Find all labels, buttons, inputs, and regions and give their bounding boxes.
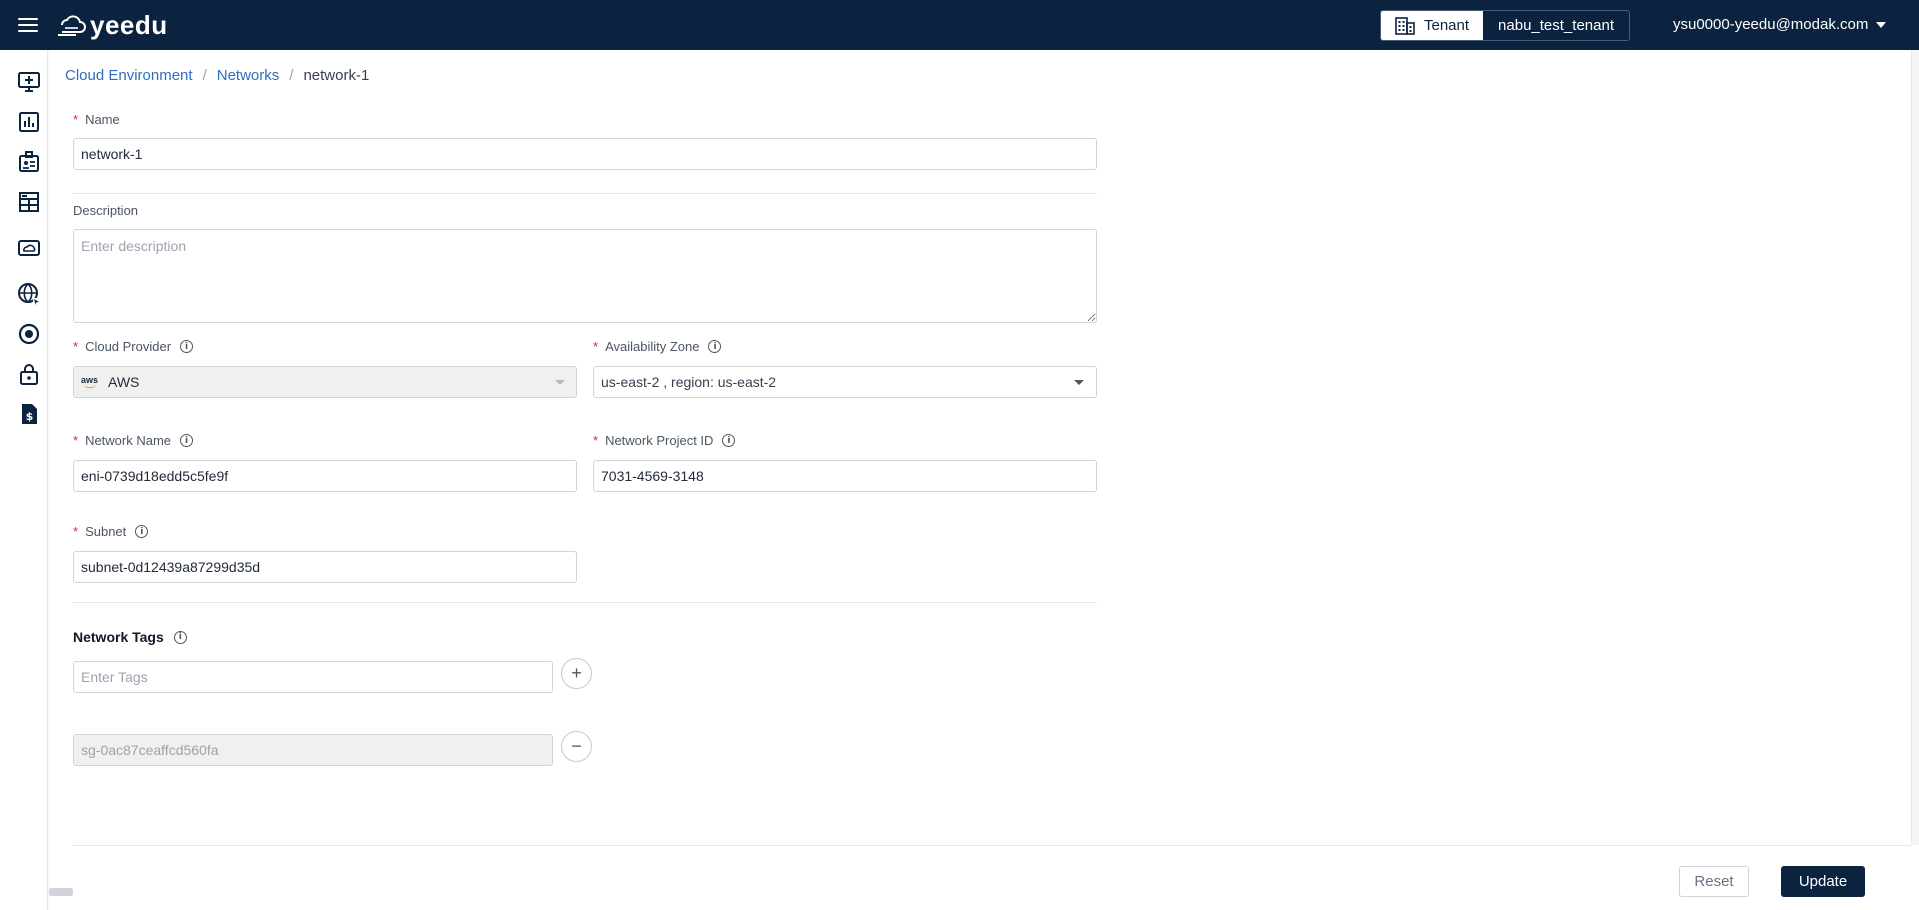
required-mark: * (73, 112, 79, 127)
subnet-input[interactable] (73, 551, 577, 583)
name-label: Name (85, 112, 120, 127)
name-input[interactable] (73, 138, 1097, 170)
info-icon[interactable]: i (722, 434, 736, 447)
aws-logo-text: aws (81, 375, 99, 385)
subnet-label-row: * Subnet i (73, 524, 149, 539)
breadcrumb-current: network-1 (303, 67, 370, 84)
minus-icon: − (571, 736, 582, 756)
tags-input[interactable] (73, 661, 553, 693)
top-navbar: yeedu Tenant nabu_test_tenant ysu0000-ye… (0, 0, 1919, 50)
user-email: ysu0000-yeedu@modak.com (1673, 16, 1869, 33)
building-icon (1395, 16, 1415, 35)
network-project-id-label: Network Project ID (605, 433, 714, 448)
description-label-row: Description (73, 203, 138, 218)
availability-zone-label: Availability Zone (605, 339, 700, 354)
horizontal-scrollbar[interactable] (49, 888, 73, 896)
availability-zone-select[interactable]: us-east-2 , region: us-east-2 (593, 366, 1097, 398)
required-mark: * (593, 339, 599, 354)
required-mark: * (593, 433, 599, 448)
globe-icon[interactable] (17, 282, 41, 306)
network-name-label: Network Name (85, 433, 172, 448)
required-mark: * (73, 339, 79, 354)
cloud-provider-select: aws AWS (73, 366, 577, 398)
cloud-provider-label: Cloud Provider (85, 339, 172, 354)
info-icon[interactable]: i (180, 340, 194, 353)
network-project-id-input[interactable] (593, 460, 1097, 492)
breadcrumb-separator: / (202, 67, 207, 84)
chevron-down-icon (555, 380, 565, 385)
tenant-value[interactable]: nabu_test_tenant (1483, 11, 1629, 40)
description-input[interactable] (73, 229, 1097, 323)
svg-text:$: $ (26, 410, 34, 423)
info-icon[interactable]: i (173, 630, 187, 644)
required-mark: * (73, 524, 79, 539)
tag-value: sg-0ac87ceaffcd560fa (81, 742, 219, 758)
target-icon[interactable] (17, 322, 41, 346)
sidebar: $ (0, 50, 48, 910)
chevron-down-icon (1876, 21, 1887, 28)
plus-icon: + (571, 663, 582, 683)
logo[interactable]: yeedu (56, 10, 168, 41)
vertical-scrollbar[interactable] (1911, 50, 1919, 845)
breadcrumb-cloud-environment[interactable]: Cloud Environment (65, 67, 193, 84)
logo-text: yeedu (90, 10, 168, 40)
chart-icon[interactable] (17, 110, 41, 134)
network-tags-title: Network Tags (73, 629, 164, 645)
add-monitor-icon[interactable] (17, 70, 41, 94)
tenant-label: Tenant (1424, 17, 1470, 34)
grid-layout-icon[interactable] (17, 190, 41, 214)
billing-icon[interactable]: $ (17, 402, 41, 426)
reset-button[interactable]: Reset (1679, 866, 1749, 897)
add-tag-button[interactable]: + (561, 658, 592, 689)
tag-item: sg-0ac87ceaffcd560fa (73, 734, 553, 766)
required-mark: * (73, 433, 79, 448)
tenant-selector[interactable]: Tenant nabu_test_tenant (1380, 10, 1630, 41)
availability-zone-label-row: * Availability Zone i (593, 339, 722, 354)
info-icon[interactable]: i (708, 340, 722, 353)
tenant-button[interactable]: Tenant (1381, 11, 1484, 40)
aws-logo-icon: aws (81, 376, 98, 388)
availability-zone-value: us-east-2 , region: us-east-2 (601, 374, 777, 390)
cloud-provider-value: AWS (108, 374, 140, 390)
menu-icon[interactable] (18, 15, 38, 35)
lock-icon[interactable] (17, 362, 41, 386)
description-label: Description (73, 203, 139, 218)
footer-divider (73, 845, 1911, 846)
user-menu[interactable]: ysu0000-yeedu@modak.com (1673, 16, 1887, 33)
cloud-drive-icon[interactable] (17, 236, 41, 260)
breadcrumb: Cloud Environment / Networks / network-1 (65, 67, 369, 84)
remove-tag-button[interactable]: − (561, 731, 592, 762)
breadcrumb-networks[interactable]: Networks (217, 67, 280, 84)
divider (73, 193, 1097, 194)
id-card-icon[interactable] (17, 150, 41, 174)
cloud-logo-icon (58, 14, 86, 36)
info-icon[interactable]: i (135, 525, 149, 538)
network-name-label-row: * Network Name i (73, 433, 194, 448)
network-project-id-label-row: * Network Project ID i (593, 433, 736, 448)
name-label-row: * Name (73, 112, 120, 127)
network-name-input[interactable] (73, 460, 577, 492)
network-tags-title-row: Network Tags i (73, 629, 187, 645)
cloud-provider-label-row: * Cloud Provider i (73, 339, 194, 354)
update-button[interactable]: Update (1781, 866, 1865, 897)
info-icon[interactable]: i (180, 434, 194, 447)
chevron-down-icon[interactable] (1074, 380, 1084, 385)
subnet-label: Subnet (85, 524, 127, 539)
breadcrumb-separator: / (289, 67, 294, 84)
divider (73, 602, 1097, 603)
